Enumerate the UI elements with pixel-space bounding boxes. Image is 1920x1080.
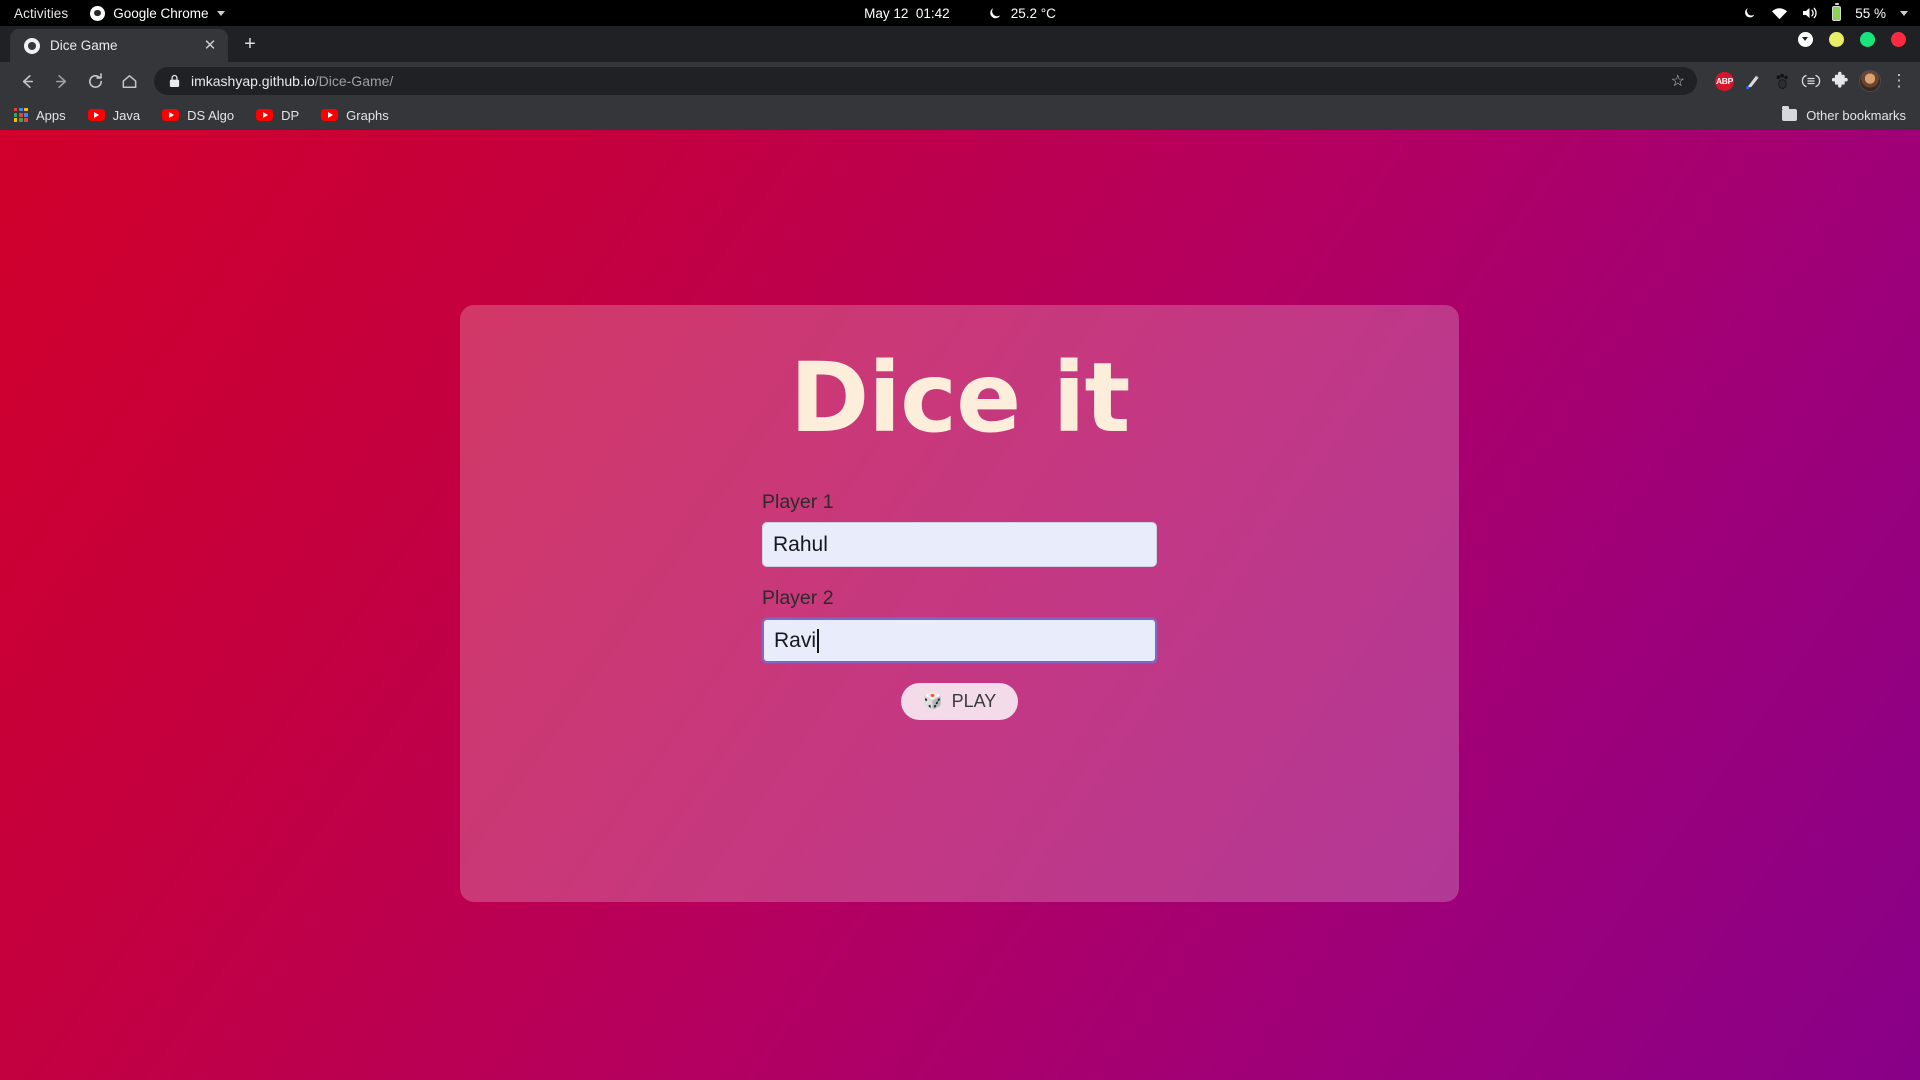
- system-indicators[interactable]: 55 %: [1743, 0, 1908, 26]
- reader-icon[interactable]: [1801, 71, 1821, 91]
- bookmark-label: DP: [281, 108, 299, 123]
- gnome-footprint-icon[interactable]: [1772, 71, 1792, 91]
- text-cursor: [817, 629, 819, 653]
- bookmark-apps[interactable]: Apps: [14, 108, 66, 123]
- wifi-icon: [1771, 7, 1788, 20]
- player-1-value: Rahul: [773, 533, 828, 557]
- page-title: Dice it: [790, 343, 1130, 453]
- folder-icon: [1782, 109, 1797, 121]
- weather-indicator[interactable]: 25.2 °C: [988, 6, 1056, 21]
- tab-dice-game[interactable]: Dice Game ✕: [10, 29, 228, 62]
- player-2-input[interactable]: Ravi: [762, 618, 1157, 663]
- bookmark-label: Graphs: [346, 108, 389, 123]
- bookmark-java[interactable]: Java: [88, 108, 140, 123]
- bookmark-label: Java: [113, 108, 140, 123]
- play-button[interactable]: 🎲 PLAY: [901, 683, 1019, 720]
- close-window-button[interactable]: [1891, 32, 1906, 47]
- other-bookmarks[interactable]: Other bookmarks: [1782, 108, 1906, 123]
- player-1-input[interactable]: Rahul: [762, 522, 1157, 567]
- page-viewport: Dice it Player 1 Rahul Player 2 Ravi 🎲 P…: [0, 130, 1920, 1080]
- weather-temperature: 25.2 °C: [1011, 6, 1056, 21]
- gnome-top-bar: Activities Google Chrome May 12 01:42 25…: [0, 0, 1920, 26]
- bookmark-ds-algo[interactable]: DS Algo: [162, 108, 234, 123]
- back-button[interactable]: [12, 66, 42, 96]
- home-button[interactable]: [114, 66, 144, 96]
- system-menu-chevron-icon[interactable]: [1900, 11, 1908, 16]
- chrome-menu-button[interactable]: ⋮: [1890, 74, 1908, 88]
- url-path: /Dice-Game/: [315, 73, 394, 89]
- chrome-icon: [90, 6, 105, 21]
- url-text: imkashyap.github.io/Dice-Game/: [191, 73, 393, 89]
- maximize-button[interactable]: [1860, 32, 1875, 47]
- globe-icon: [24, 38, 40, 54]
- battery-percent: 55 %: [1855, 6, 1886, 21]
- new-tab-button[interactable]: +: [236, 31, 264, 59]
- player-2-label: Player 2: [762, 587, 1157, 610]
- bookmarks-bar: Apps Java DS Algo DP Graphs Other bookma…: [0, 100, 1920, 130]
- activities-button[interactable]: Activities: [14, 6, 68, 21]
- player-1-label: Player 1: [762, 491, 1157, 514]
- window-controls: [1798, 32, 1906, 47]
- active-app-label: Google Chrome: [113, 6, 208, 21]
- extensions-puzzle-icon[interactable]: [1830, 71, 1850, 91]
- tab-title: Dice Game: [50, 38, 192, 53]
- lock-icon: [168, 74, 181, 88]
- youtube-icon: [321, 109, 338, 121]
- adblock-plus-icon[interactable]: ABP: [1715, 72, 1734, 91]
- minimize-button[interactable]: [1829, 32, 1844, 47]
- dice-game-card: Dice it Player 1 Rahul Player 2 Ravi 🎲 P…: [460, 305, 1459, 902]
- bookmark-dp[interactable]: DP: [256, 108, 299, 123]
- marker-pen-icon[interactable]: [1743, 71, 1763, 91]
- player-2-value: Ravi: [774, 629, 816, 653]
- window-menu-button[interactable]: [1798, 32, 1813, 47]
- play-button-label: PLAY: [952, 691, 997, 712]
- active-app-menu[interactable]: Google Chrome: [90, 6, 224, 21]
- youtube-icon: [88, 109, 105, 121]
- crescent-moon-icon: [988, 6, 1003, 21]
- volume-icon: [1802, 6, 1818, 20]
- forward-button[interactable]: [46, 66, 76, 96]
- bookmark-graphs[interactable]: Graphs: [321, 108, 389, 123]
- apps-grid-icon: [14, 108, 28, 122]
- extensions-row: ABP ⋮: [1715, 70, 1908, 92]
- chevron-down-icon: [217, 11, 225, 16]
- avatar[interactable]: [1859, 70, 1881, 92]
- chrome-window: Dice Game ✕ + imkashyap.gith: [0, 26, 1920, 130]
- clock[interactable]: May 12 01:42: [864, 6, 950, 21]
- youtube-icon: [256, 109, 273, 121]
- night-light-icon: [1743, 6, 1757, 20]
- battery-icon: [1832, 6, 1841, 21]
- bookmark-star-icon[interactable]: ☆: [1671, 71, 1685, 91]
- bookmark-apps-label: Apps: [36, 108, 66, 123]
- dice-icon: 🎲: [923, 694, 943, 710]
- youtube-icon: [162, 109, 179, 121]
- other-bookmarks-label: Other bookmarks: [1806, 108, 1906, 123]
- player-form: Player 1 Rahul Player 2 Ravi 🎲 PLAY: [762, 491, 1157, 720]
- address-bar[interactable]: imkashyap.github.io/Dice-Game/ ☆: [154, 67, 1697, 95]
- close-icon[interactable]: ✕: [202, 38, 218, 53]
- bookmark-label: DS Algo: [187, 108, 234, 123]
- browser-toolbar: imkashyap.github.io/Dice-Game/ ☆ ABP: [0, 62, 1920, 100]
- url-domain: imkashyap.github.io: [191, 73, 315, 89]
- reload-button[interactable]: [80, 66, 110, 96]
- tab-strip: Dice Game ✕ +: [0, 26, 1920, 62]
